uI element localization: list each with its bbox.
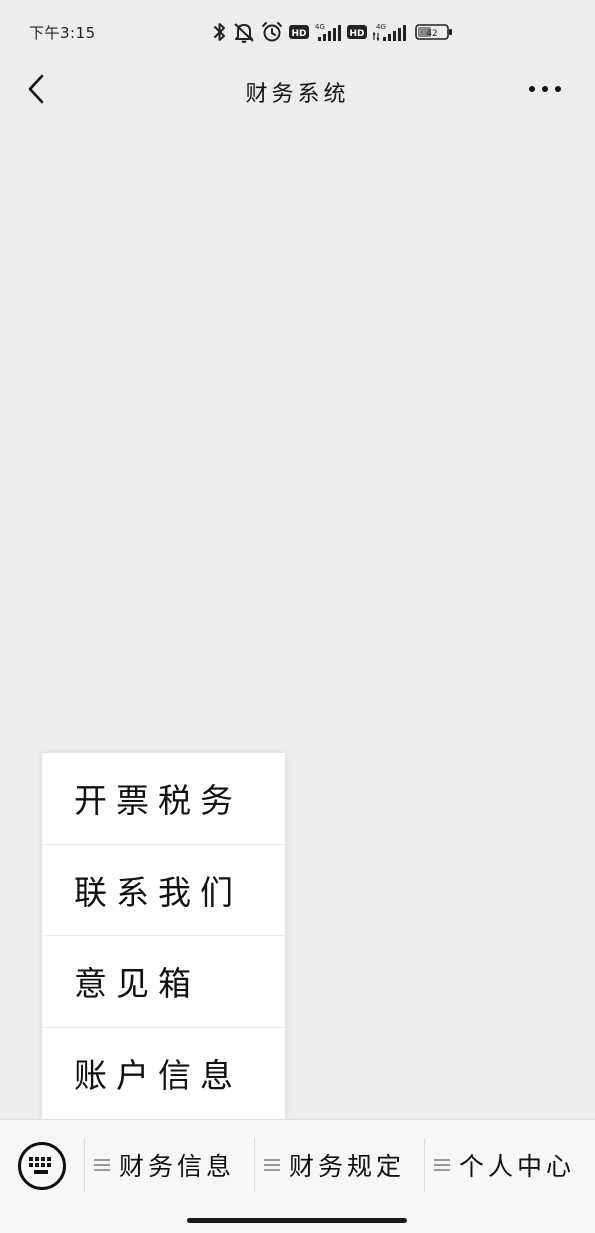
network-type: 4G <box>315 23 325 31</box>
menu-lines-icon <box>94 1159 110 1171</box>
signal-icon: 4G <box>373 22 409 42</box>
submenu-item-account-info[interactable]: 账户信息 <box>42 1028 285 1120</box>
keyboard-icon <box>29 1157 51 1174</box>
status-bar: 下午3:15 HD 4G HD 4G 42 <box>0 0 595 62</box>
bottom-menu-bar: 财务信息 财务规定 个人中心 <box>0 1119 595 1233</box>
more-button[interactable] <box>522 76 568 102</box>
submenu-item-invoice-tax[interactable]: 开票税务 <box>42 753 285 845</box>
page-title: 财务系统 <box>245 82 350 107</box>
menu-tab-label: 财务信息 <box>119 1152 236 1181</box>
keyboard-toggle-button[interactable] <box>18 1142 66 1190</box>
hd-icon: HD <box>347 24 367 40</box>
menu-tab-label: 财务规定 <box>289 1152 406 1181</box>
status-time: 下午3:15 <box>29 24 96 42</box>
menu-lines-icon <box>264 1159 280 1171</box>
popup-submenu: 开票税务 联系我们 意见箱 账户信息 <box>42 753 285 1119</box>
alarm-icon <box>261 21 283 43</box>
status-icons: HD 4G HD 4G 42 <box>213 20 453 44</box>
bluetooth-icon <box>213 22 227 42</box>
menu-tabs: 财务信息 财务规定 个人中心 <box>84 1138 595 1192</box>
menu-lines-icon <box>434 1159 450 1171</box>
hd-label: HD <box>291 29 306 39</box>
more-dots-icon <box>529 86 561 92</box>
bell-off-icon <box>233 21 255 43</box>
battery-level: 42 <box>426 29 437 39</box>
menu-tab-personal-center[interactable]: 个人中心 <box>424 1138 595 1192</box>
battery-icon: 42 <box>415 23 453 41</box>
menu-tab-finance-rules[interactable]: 财务规定 <box>254 1138 424 1192</box>
signal-icon: 4G <box>315 22 341 42</box>
nav-bar: 财务系统 <box>0 62 595 116</box>
network-type: 4G <box>376 23 386 31</box>
submenu-item-suggestion-box[interactable]: 意见箱 <box>42 936 285 1028</box>
hd-icon: HD <box>289 24 309 40</box>
hd-label: HD <box>349 29 364 39</box>
menu-tab-label: 个人中心 <box>459 1152 576 1181</box>
menu-tab-finance-info[interactable]: 财务信息 <box>84 1138 254 1192</box>
home-indicator[interactable] <box>187 1218 407 1223</box>
submenu-item-contact-us[interactable]: 联系我们 <box>42 845 285 936</box>
